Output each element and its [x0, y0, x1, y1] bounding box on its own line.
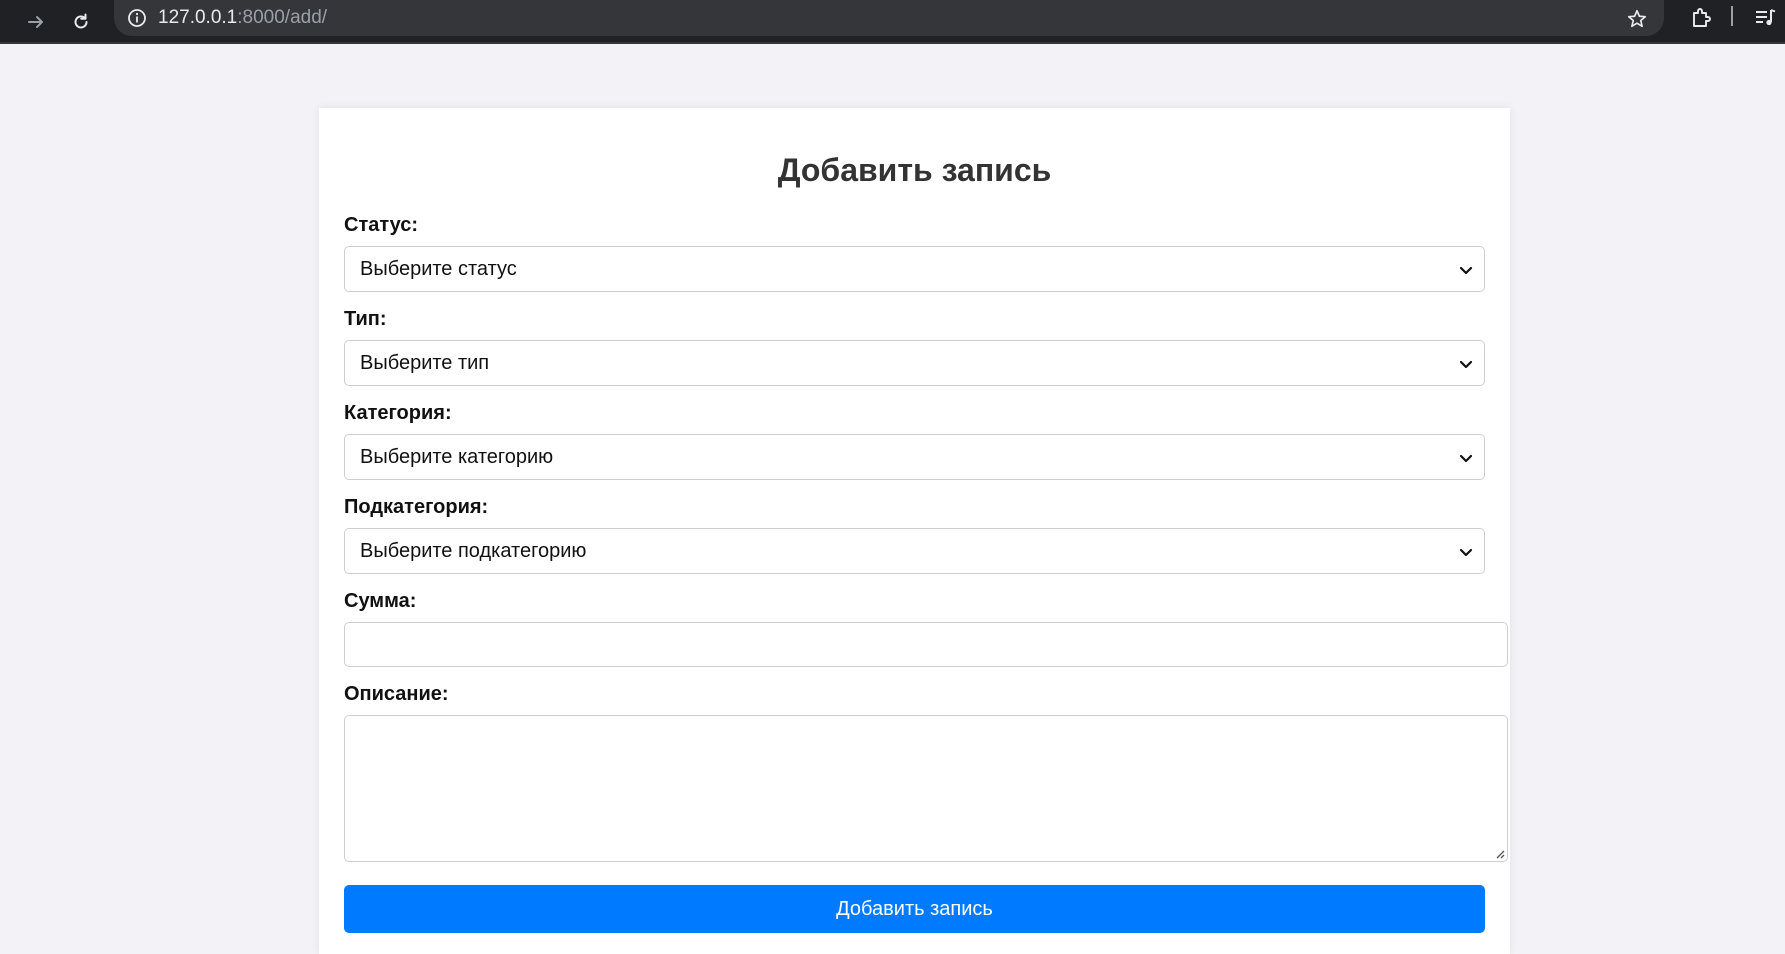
- chevron-down-icon: [1459, 266, 1473, 275]
- submit-button[interactable]: Добавить запись: [344, 885, 1485, 933]
- subcategory-select[interactable]: Выберите подкатегорию: [344, 528, 1485, 574]
- amount-input[interactable]: [344, 622, 1508, 667]
- status-label: Статус:: [344, 214, 419, 236]
- status-select[interactable]: Выберите статус: [344, 246, 1485, 292]
- site-info-icon: [128, 9, 146, 27]
- description-textarea[interactable]: [344, 715, 1508, 862]
- reload-button[interactable]: [64, 5, 98, 39]
- description-label: Описание:: [344, 683, 449, 705]
- reload-icon: [74, 13, 88, 29]
- media-control-icon: [1756, 9, 1776, 26]
- address-bar[interactable]: 127.0.0.1:8000/add/: [114, 0, 1664, 36]
- amount-label: Сумма:: [344, 590, 417, 612]
- type-select[interactable]: Выберите тип: [344, 340, 1485, 386]
- forward-button[interactable]: [19, 5, 53, 39]
- category-select[interactable]: Выберите категорию: [344, 434, 1485, 480]
- toolbar-divider: [1731, 6, 1733, 26]
- page-title: Добавить запись: [777, 152, 1052, 188]
- resize-grip-icon[interactable]: [1493, 847, 1505, 859]
- browser-toolbar: 127.0.0.1:8000/add/: [0, 0, 1785, 44]
- url-host: 127.0.0.1: [158, 7, 238, 28]
- category-select-value: Выберите категорию: [360, 445, 554, 468]
- subcategory-label: Подкатегория:: [344, 496, 489, 518]
- bookmark-button[interactable]: [1624, 6, 1650, 32]
- extensions-icon: [1693, 8, 1711, 27]
- chevron-down-icon: [1459, 360, 1473, 369]
- chevron-down-icon: [1459, 454, 1473, 463]
- site-info-button[interactable]: [126, 7, 148, 29]
- status-select-value: Выберите статус: [360, 257, 517, 280]
- extensions-button[interactable]: [1686, 3, 1716, 33]
- add-record-form: Добавить запись Статус: Выберите статус …: [319, 108, 1510, 954]
- forward-icon: [28, 16, 43, 28]
- chevron-down-icon: [1459, 548, 1473, 557]
- media-control-button[interactable]: [1752, 3, 1780, 33]
- subcategory-select-value: Выберите подкатегорию: [360, 539, 587, 562]
- type-label: Тип:: [344, 308, 387, 330]
- category-label: Категория:: [344, 402, 452, 424]
- bookmark-star-icon: [1627, 9, 1647, 28]
- url-path: :8000/add/: [237, 7, 328, 28]
- type-select-value: Выберите тип: [360, 351, 490, 374]
